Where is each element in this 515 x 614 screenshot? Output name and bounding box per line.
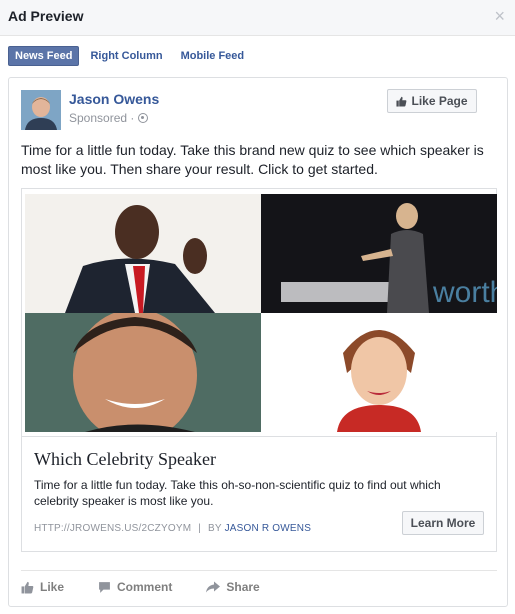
card-source: HTTP://JROWENS.US/2CZYOYM | BY JASON R O… [34,523,311,534]
card-url: HTTP://JROWENS.US/2CZYOYM [34,523,192,534]
like-page-label: Like Page [411,94,468,108]
like-page-button[interactable]: Like Page [387,89,477,113]
sponsored-label: Sponsored · [69,111,149,125]
comment-action[interactable]: Comment [98,580,172,594]
tab-mobile-feed[interactable]: Mobile Feed [174,46,252,66]
like-icon [21,581,34,593]
post-text: Time for a little fun today. Take this b… [21,142,484,177]
comment-icon [99,581,110,593]
ad-preview-post: Jason Owens Sponsored · Like Page Time f… [8,77,508,607]
actions-divider [21,570,497,571]
card-url-separator: | [198,523,202,534]
link-card[interactable]: worth [21,188,497,552]
comment-label: Comment [117,580,173,594]
card-by-prefix: BY [208,523,222,534]
card-by-author[interactable]: JASON R OWENS [225,523,312,534]
dialog-title: Ad Preview [8,8,84,24]
like-label: Like [40,580,65,594]
card-image-collage: worth [25,194,497,432]
speaker-photo-1 [25,194,261,313]
stage-backdrop-text: worth [432,276,497,309]
tab-news-feed[interactable]: News Feed [8,46,80,66]
close-icon[interactable]: × [494,6,505,26]
thumbs-up-icon [396,96,407,107]
speaker-photo-3 [25,313,261,432]
share-action[interactable]: Share [206,580,260,594]
share-icon [206,581,221,592]
post-actions: Like Comment Share [21,578,294,596]
learn-more-button[interactable]: Learn More [402,511,484,535]
author-name[interactable]: Jason Owens [69,91,159,107]
globe-icon [138,113,149,123]
card-description: Time for a little fun today. Take this o… [34,478,441,508]
avatar[interactable] [21,90,61,130]
placement-tabs: News Feed Right Column Mobile Feed [8,46,255,66]
card-image-divider [22,436,496,437]
card-headline[interactable]: Which Celebrity Speaker [34,449,216,470]
like-action[interactable]: Like [21,580,64,594]
dialog-header: Ad Preview × [0,0,515,36]
share-label: Share [226,580,260,594]
speaker-photo-2: worth [261,194,497,313]
sponsored-text: Sponsored · [69,111,135,125]
speaker-photo-4 [261,313,497,432]
tab-right-column[interactable]: Right Column [83,46,169,66]
